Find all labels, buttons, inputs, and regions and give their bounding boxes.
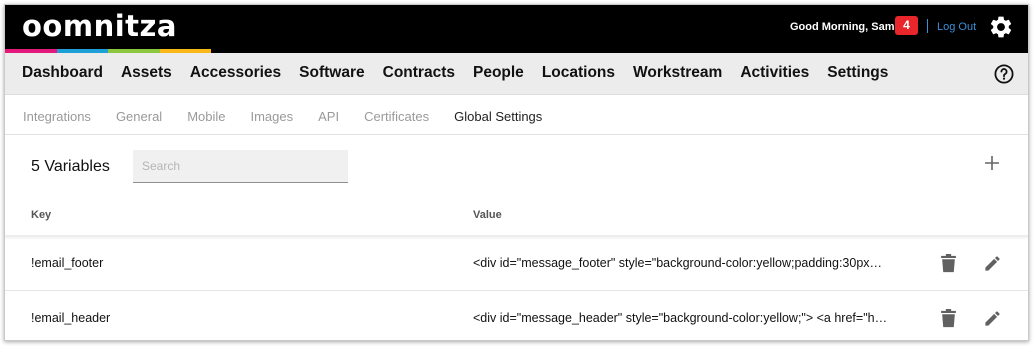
top-bar: oomnitza Good Morning, Sam! 4 Log Out — [5, 5, 1028, 53]
search-input[interactable] — [133, 150, 348, 183]
pencil-icon[interactable] — [983, 309, 1002, 328]
logout-link[interactable]: Log Out — [937, 21, 976, 33]
table-row[interactable]: !email_footer <div id="message_footer" s… — [5, 237, 1028, 291]
oomnitza-logo[interactable]: oomnitza — [22, 9, 177, 43]
nav-item-people[interactable]: People — [473, 64, 524, 82]
trash-icon[interactable] — [940, 309, 957, 328]
settings-subnav: Integrations General Mobile Images API C… — [5, 95, 1028, 135]
nav-item-accessories[interactable]: Accessories — [190, 64, 281, 82]
variable-key: !email_header — [31, 311, 111, 325]
help-icon[interactable] — [994, 64, 1014, 84]
variables-panel: 5 Variables Key Value !email_footer <div… — [5, 136, 1028, 340]
nav-item-activities[interactable]: Activities — [740, 64, 809, 82]
variables-count-title: 5 Variables — [31, 158, 110, 175]
tab-images[interactable]: Images — [250, 109, 293, 124]
nav-item-settings[interactable]: Settings — [827, 64, 888, 82]
nav-item-locations[interactable]: Locations — [542, 64, 615, 82]
tab-certificates[interactable]: Certificates — [364, 109, 429, 124]
tab-general[interactable]: General — [116, 109, 162, 124]
nav-item-software[interactable]: Software — [299, 64, 364, 82]
main-navigation: Dashboard Assets Accessories Software Co… — [5, 53, 1028, 95]
tab-mobile[interactable]: Mobile — [187, 109, 225, 124]
header-divider — [927, 19, 928, 33]
nav-item-dashboard[interactable]: Dashboard — [22, 64, 103, 82]
column-header-value[interactable]: Value — [473, 209, 502, 221]
table-row[interactable]: !email_header <div id="message_header" s… — [5, 292, 1028, 340]
trash-icon[interactable] — [940, 254, 957, 273]
greeting-text: Good Morning, Sam! — [790, 21, 899, 33]
tab-integrations[interactable]: Integrations — [23, 109, 91, 124]
tab-api[interactable]: API — [318, 109, 339, 124]
gear-icon[interactable] — [988, 14, 1014, 40]
nav-item-workstream[interactable]: Workstream — [633, 64, 722, 82]
nav-item-assets[interactable]: Assets — [121, 64, 172, 82]
nav-item-contracts[interactable]: Contracts — [383, 64, 455, 82]
tab-global-settings[interactable]: Global Settings — [454, 109, 542, 124]
variable-value: <div id="message_footer" style="backgrou… — [473, 256, 883, 270]
notification-badge[interactable]: 4 — [895, 16, 918, 35]
pencil-icon[interactable] — [983, 254, 1002, 273]
column-header-key[interactable]: Key — [31, 209, 51, 221]
plus-icon[interactable] — [983, 154, 1001, 172]
app-window: oomnitza Good Morning, Sam! 4 Log Out Da… — [4, 4, 1029, 341]
variable-key: !email_footer — [31, 256, 104, 270]
variable-value: <div id="message_header" style="backgrou… — [473, 311, 888, 325]
